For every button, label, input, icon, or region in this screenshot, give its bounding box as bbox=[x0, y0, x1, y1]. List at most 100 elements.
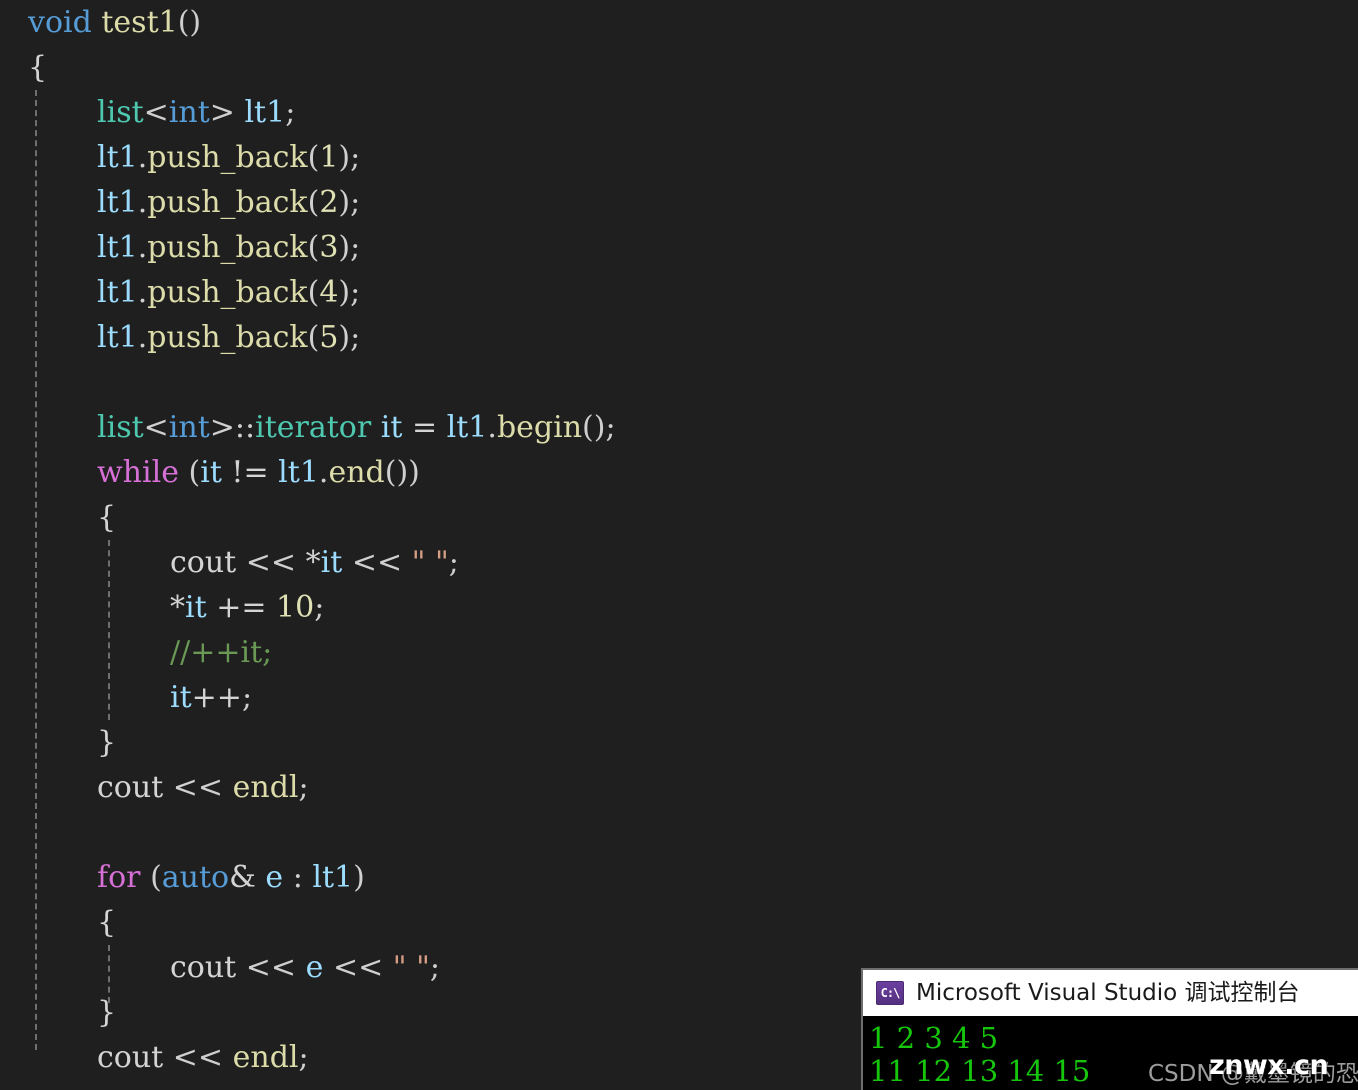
code-token: ( bbox=[307, 275, 320, 310]
code-token: & bbox=[229, 860, 256, 895]
code-line[interactable]: { bbox=[0, 900, 1358, 945]
code-token: iterator bbox=[255, 410, 372, 445]
code-line[interactable]: for (auto& e : lt1) bbox=[0, 855, 1358, 900]
code-token: ; bbox=[298, 770, 309, 805]
code-token: ; bbox=[350, 185, 361, 220]
code-token: endl bbox=[232, 770, 299, 805]
code-line[interactable]: lt1.push_back(5); bbox=[0, 315, 1358, 360]
code-token: . bbox=[137, 230, 148, 265]
code-token: it bbox=[200, 455, 222, 490]
code-token: } bbox=[97, 995, 117, 1030]
code-token: ) bbox=[338, 320, 351, 355]
code-line[interactable]: lt1.push_back(4); bbox=[0, 270, 1358, 315]
code-token: += bbox=[216, 590, 267, 625]
code-lines-container[interactable]: void test1(){list<int> lt1; lt1.push_back… bbox=[0, 0, 1358, 1080]
code-line[interactable]: cout << endl; bbox=[0, 765, 1358, 810]
code-token: ; bbox=[350, 230, 361, 265]
code-token: > bbox=[209, 95, 235, 130]
code-line[interactable]: lt1.push_back(1); bbox=[0, 135, 1358, 180]
code-line[interactable]: lt1.push_back(3); bbox=[0, 225, 1358, 270]
code-token: lt1 bbox=[312, 860, 354, 895]
code-token: ++ bbox=[191, 680, 242, 715]
console-window-title: Microsoft Visual Studio 调试控制台 bbox=[916, 980, 1300, 1006]
code-token: } bbox=[97, 725, 117, 760]
code-token: " " bbox=[392, 950, 430, 985]
code-token: push_back bbox=[147, 140, 308, 175]
code-token: cout bbox=[170, 950, 237, 985]
code-line[interactable]: cout << *it << " "; bbox=[0, 540, 1358, 585]
code-token: int bbox=[168, 95, 210, 130]
code-token: cout bbox=[97, 1040, 164, 1075]
code-token: ( bbox=[307, 185, 320, 220]
code-line[interactable]: while (it != lt1.end()) bbox=[0, 450, 1358, 495]
code-token: * bbox=[305, 545, 321, 580]
code-line[interactable]: } bbox=[0, 720, 1358, 765]
code-token: { bbox=[28, 50, 48, 85]
code-token: e bbox=[265, 860, 284, 895]
code-token: ; bbox=[429, 950, 441, 985]
code-token: it bbox=[320, 545, 343, 580]
console-titlebar[interactable]: C:\ Microsoft Visual Studio 调试控制台 bbox=[863, 970, 1358, 1016]
code-line[interactable] bbox=[0, 360, 1358, 405]
code-token: 3 bbox=[319, 230, 339, 265]
code-token: ( bbox=[307, 140, 320, 175]
code-token: = bbox=[411, 410, 438, 445]
code-token: 10 bbox=[276, 590, 315, 625]
watermark: CSDN @戴墨镜的恐龙 znwx.cn bbox=[1148, 1050, 1358, 1088]
code-token: 5 bbox=[319, 320, 339, 355]
code-token: lt1 bbox=[446, 410, 488, 445]
code-token: . bbox=[137, 140, 148, 175]
code-line[interactable]: it++; bbox=[0, 675, 1358, 720]
code-token: () bbox=[582, 410, 606, 445]
code-token: " " bbox=[411, 545, 449, 580]
code-token: ; bbox=[285, 95, 296, 130]
code-line[interactable]: list<int> lt1; bbox=[0, 90, 1358, 135]
code-token: ; bbox=[350, 275, 361, 310]
code-line[interactable]: { bbox=[0, 45, 1358, 90]
code-line[interactable]: void test1() bbox=[0, 0, 1358, 45]
code-line[interactable]: { bbox=[0, 495, 1358, 540]
code-token: ( bbox=[307, 230, 320, 265]
code-token: { bbox=[97, 500, 117, 535]
code-token: : bbox=[292, 860, 303, 895]
code-token: ) bbox=[338, 140, 351, 175]
code-token: push_back bbox=[147, 230, 308, 265]
code-token: lt1 bbox=[278, 455, 319, 490]
code-line[interactable]: *it += 10; bbox=[0, 585, 1358, 630]
code-token: ) bbox=[338, 275, 351, 310]
code-token: push_back bbox=[147, 320, 308, 355]
code-editor[interactable]: void test1(){list<int> lt1; lt1.push_back… bbox=[0, 0, 1358, 1090]
code-line[interactable]: //++it; bbox=[0, 630, 1358, 675]
code-token: int bbox=[168, 410, 210, 445]
code-token: endl bbox=[232, 1040, 299, 1075]
code-token: << bbox=[172, 770, 224, 805]
code-token: . bbox=[487, 410, 497, 445]
code-token: lt1 bbox=[244, 95, 286, 130]
code-token: list bbox=[97, 410, 144, 445]
code-line[interactable]: list<int>::iterator it = lt1.begin(); bbox=[0, 405, 1358, 450]
code-line[interactable] bbox=[0, 810, 1358, 855]
code-line[interactable]: lt1.push_back(2); bbox=[0, 180, 1358, 225]
code-token: ; bbox=[298, 1040, 309, 1075]
code-token: . bbox=[137, 185, 148, 220]
code-token: << bbox=[245, 545, 297, 580]
code-token: 1 bbox=[319, 140, 339, 175]
watermark-site-text: znwx.cn bbox=[1209, 1050, 1329, 1081]
code-token: << bbox=[351, 545, 403, 580]
code-token: 4 bbox=[319, 275, 339, 310]
code-token: lt1 bbox=[97, 185, 138, 220]
